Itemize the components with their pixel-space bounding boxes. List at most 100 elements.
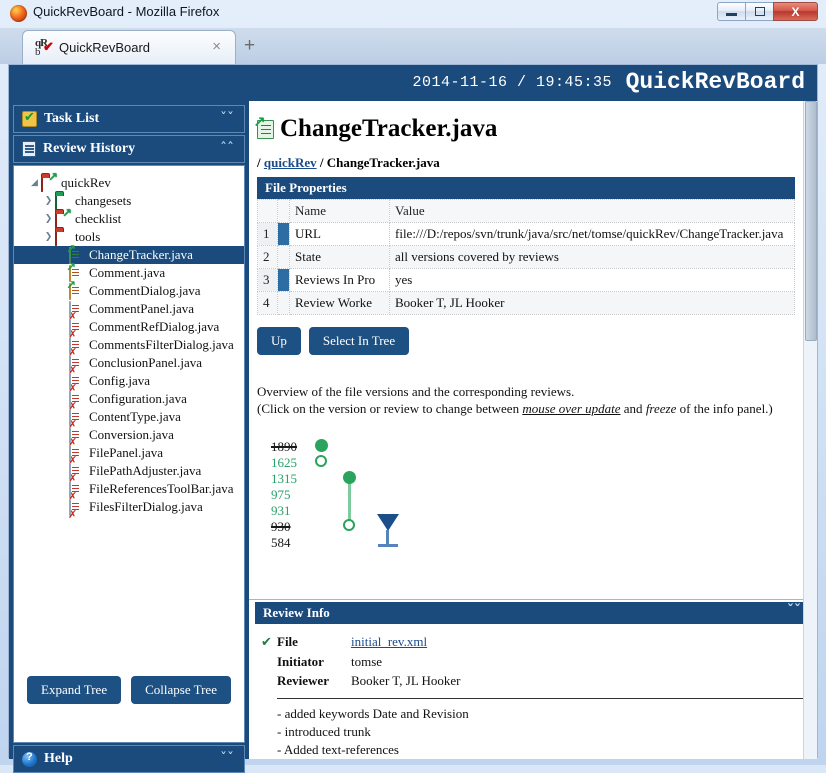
chevron-down-icon[interactable]: ˇˇ (787, 603, 801, 619)
tree-item-label: Configuration.java (89, 391, 187, 406)
tree-expander-icon[interactable]: ◢ (28, 178, 41, 188)
sidebar-panel-help[interactable]: Help ˇˇ (13, 745, 245, 773)
minimize-button[interactable] (717, 2, 745, 21)
tree-item-filepathadjuster-java[interactable]: FilePathAdjuster.java (14, 462, 244, 480)
tree-item-configuration-java[interactable]: Configuration.java (14, 390, 244, 408)
revision-label-584[interactable]: 584 (271, 535, 291, 551)
tree-item-comment-java[interactable]: ↗ Comment.java (14, 261, 244, 282)
arrow-up-badge-icon: ↗ (253, 112, 266, 131)
property-value: file:///D:/repos/svn/trunk/java/src/net/… (389, 222, 795, 246)
version-node-930[interactable] (343, 519, 355, 531)
review-history-tree: ◢ ↗ quickRev ❯ changesets ❯ ↗ checklist ❯ tools ↗ C… (13, 165, 245, 743)
overview-text-c: of the info panel.) (676, 401, 773, 416)
tree-item-checklist[interactable]: ❯ ↗ checklist (14, 207, 244, 228)
table-row[interactable]: 2 State all versions covered by reviews (257, 245, 795, 269)
page-scrollbar[interactable] (803, 101, 817, 759)
document-list-icon (22, 141, 36, 157)
column-header-rownum (257, 199, 278, 223)
tree-item-changetracker-java[interactable]: ↗ ChangeTracker.java (14, 243, 244, 264)
column-header-name: Name (289, 199, 390, 223)
revision-label-1890[interactable]: 1890 (271, 439, 297, 455)
revision-label-975[interactable]: 975 (271, 487, 291, 503)
tree-item-commentsfilterdialog-java[interactable]: CommentsFilterDialog.java (14, 336, 244, 354)
tree-item-label: FilesFilterDialog.java (89, 499, 203, 514)
revision-label-1625[interactable]: 1625 (271, 455, 297, 471)
window-titlebar: QuickRevBoard - Mozilla Firefox X (0, 0, 826, 28)
tree-item-commentpanel-java[interactable]: CommentPanel.java (14, 300, 244, 318)
new-tab-button[interactable]: + (244, 36, 255, 55)
row-marker (277, 222, 290, 246)
chevron-down-icon[interactable]: ˇˇ (220, 750, 234, 768)
close-button[interactable]: X (773, 2, 818, 21)
review-info-reviewer-value: Booker T, JL Hooker (351, 673, 461, 688)
file-properties-table: Name Value 1 URL file:///D:/repos/svn/trun… (257, 199, 795, 315)
tree-expander-icon[interactable]: ❯ (42, 232, 55, 242)
breadcrumb-sep-2: / (319, 155, 324, 170)
tab-close-icon[interactable]: × (212, 39, 221, 55)
firefox-logo-icon (10, 5, 27, 22)
tree-item-conclusionpanel-java[interactable]: ConclusionPanel.java (14, 354, 244, 372)
version-node-1315[interactable] (343, 471, 356, 484)
favicon-check-icon: ✔ (43, 39, 54, 54)
file-excluded-icon (69, 319, 85, 336)
file-excluded-icon (69, 499, 85, 516)
tree-item-filesfilterdialog-java[interactable]: FilesFilterDialog.java (14, 498, 244, 516)
tree-item-commentdialog-java[interactable]: ↗ CommentDialog.java (14, 279, 244, 300)
review-info-file-row: ✔ File initial_rev.xml (261, 632, 807, 652)
overview-description: Overview of the file versions and the co… (257, 383, 795, 417)
table-row[interactable]: 4 Review Worke Booker T, JL Hooker (257, 291, 795, 315)
version-node-1625[interactable] (315, 455, 327, 467)
tree-item-commentrefdialog-java[interactable]: CommentRefDialog.java (14, 318, 244, 336)
table-row[interactable]: 1 URL file:///D:/repos/svn/trunk/java/src/… (257, 222, 795, 246)
file-orange-arrow-icon: ↗ (66, 279, 85, 300)
version-review-graph: 1890 1625 1315 975 931 930 584 (257, 439, 795, 554)
chevron-up-icon[interactable]: ˆˆ (220, 140, 234, 158)
sidebar-panel-review-history[interactable]: Review History ˆˆ (13, 135, 245, 163)
tree-item-label: tools (75, 229, 101, 244)
tree-item-conversion-java[interactable]: Conversion.java (14, 426, 244, 444)
table-row[interactable]: 3 Reviews In Pro yes (257, 268, 795, 292)
version-node-1890[interactable] (315, 439, 328, 452)
row-marker (277, 268, 290, 292)
review-note-line: - Added text-references (277, 742, 399, 757)
tree-item-label: CommentDialog.java (89, 283, 201, 298)
initial-rev-xml-link[interactable]: initial_rev.xml (351, 634, 427, 649)
revision-label-931[interactable]: 931 (271, 503, 291, 519)
breadcrumb-link-quickrev[interactable]: quickRev (264, 155, 317, 170)
row-number: 2 (257, 245, 278, 269)
tree-item-quickrev[interactable]: ◢ ↗ quickRev (14, 171, 244, 192)
expand-tree-button[interactable]: Expand Tree (27, 676, 122, 704)
tree-item-label: ContentType.java (89, 409, 181, 424)
clipboard-check-icon (22, 110, 37, 127)
review-info-file-value: initial_rev.xml (351, 632, 427, 651)
chevron-down-icon[interactable]: ˇˇ (220, 110, 234, 128)
tree-expander-icon[interactable]: ❯ (42, 196, 55, 206)
file-excluded-icon (69, 463, 85, 480)
tree-item-filepanel-java[interactable]: FilePanel.java (14, 444, 244, 462)
tree-expander-icon[interactable]: ❯ (42, 214, 55, 224)
sidebar-panel-task-list[interactable]: Task List ˇˇ (13, 105, 245, 133)
review-notes: - added keywords Date and Revision - intr… (261, 705, 807, 759)
tree-item-config-java[interactable]: Config.java (14, 372, 244, 390)
up-button[interactable]: Up (257, 327, 301, 355)
folder-red-arrow-icon: ↗ (41, 171, 58, 192)
tree-item-label: Config.java (89, 373, 151, 388)
tree-item-label: ChangeTracker.java (89, 247, 193, 262)
tree-item-filereferencestoolbar-java[interactable]: FileReferencesToolBar.java (14, 480, 244, 498)
revision-label-930[interactable]: 930 (271, 519, 291, 535)
main-panel: ↗ ChangeTracker.java / quickRev / Change… (249, 101, 817, 759)
tree-item-tools[interactable]: ❯ tools (14, 228, 244, 246)
tab-quickrevboard[interactable]: qR b ✔ QuickRevBoard × (22, 30, 236, 64)
revision-label-1315[interactable]: 1315 (271, 471, 297, 487)
tree-item-changesets[interactable]: ❯ changesets (14, 192, 244, 210)
column-header-value: Value (389, 199, 795, 223)
mouse-over-update-link[interactable]: mouse over update (522, 401, 620, 416)
row-number: 3 (257, 268, 278, 292)
maximize-button[interactable] (745, 2, 773, 21)
review-info-initiator-row: Initiator tomse (261, 652, 807, 671)
collapse-tree-button[interactable]: Collapse Tree (131, 676, 231, 704)
page-scrollbar-thumb[interactable] (805, 101, 817, 341)
select-in-tree-button[interactable]: Select In Tree (308, 327, 410, 355)
page-title: ↗ ChangeTracker.java (253, 114, 795, 143)
tree-item-contenttype-java[interactable]: ContentType.java (14, 408, 244, 426)
